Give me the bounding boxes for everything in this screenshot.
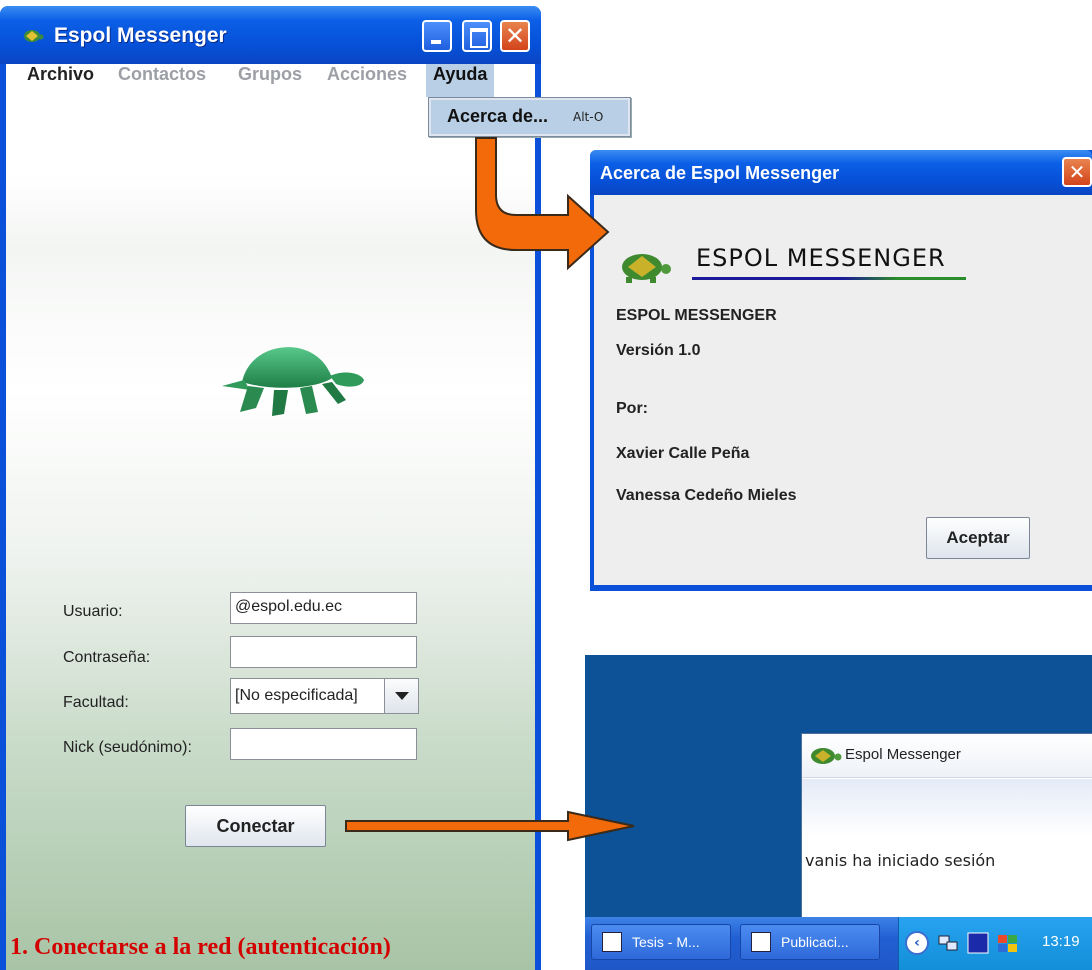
main-client-area: Archivo Contactos Grupos Acciones Ayuda … xyxy=(6,64,535,970)
app-tray-icon[interactable] xyxy=(997,932,1019,954)
minimize-button[interactable] xyxy=(422,20,452,52)
close-icon: ✕ xyxy=(504,22,526,50)
taskbar-item-tesis[interactable]: Tesis - M... xyxy=(591,924,731,960)
menu-grupos[interactable]: Grupos xyxy=(231,64,309,97)
close-icon: ✕ xyxy=(1068,160,1086,184)
show-hidden-icons-icon[interactable]: ‹ xyxy=(905,931,929,955)
maximize-button[interactable] xyxy=(462,20,492,52)
version-text: Versión 1.0 xyxy=(616,342,701,359)
facultad-select[interactable]: [No especificada] xyxy=(230,678,419,714)
acerca-de-label: Acerca de... xyxy=(447,106,549,126)
author-1: Xavier Calle Peña xyxy=(616,445,750,462)
chevron-down-icon[interactable] xyxy=(384,679,418,713)
product-name: ESPOL MESSENGER xyxy=(616,307,777,324)
taskbar-item-publicaciones[interactable]: Publicaci... xyxy=(740,924,880,960)
about-dialog: Acerca de Espol Messenger ✕ ESPOL MESSEN… xyxy=(590,150,1092,591)
main-window: Espol Messenger ✕ Archivo Contactos Grup… xyxy=(0,6,541,970)
ayuda-dropdown: Acerca de... Alt-O xyxy=(428,97,631,137)
desktop-area: Espol Messenger vanis ha iniciado sesión… xyxy=(585,655,1092,970)
facultad-label: Facultad: xyxy=(63,694,129,711)
notification-popup[interactable]: Espol Messenger vanis ha iniciado sesión xyxy=(801,733,1092,924)
main-titlebar[interactable]: Espol Messenger ✕ xyxy=(0,6,541,64)
password-label: Contraseña: xyxy=(63,649,151,666)
usuario-label: Usuario: xyxy=(63,603,123,620)
menu-acciones[interactable]: Acciones xyxy=(320,64,414,97)
usuario-field[interactable]: @espol.edu.ec xyxy=(230,592,417,624)
about-heading: ESPOL MESSENGER xyxy=(696,244,946,272)
menu-item-acerca-de[interactable]: Acerca de... Alt-O xyxy=(431,100,628,134)
taskbar: Tesis - M... Publicaci... ‹ 13:19 xyxy=(585,917,1092,970)
turtle-logo-icon xyxy=(24,30,44,42)
facultad-selected-value: [No especificada] xyxy=(235,687,358,704)
notification-title: Espol Messenger xyxy=(845,746,961,763)
about-content: ESPOL MESSENGER ESPOL MESSENGER Versión … xyxy=(594,195,1092,585)
word-doc-icon xyxy=(602,932,622,952)
turtle-logo-icon xyxy=(811,748,842,764)
system-tray: ‹ 13:19 xyxy=(898,917,1092,970)
taskbar-item-label: Tesis - M... xyxy=(632,934,700,950)
window-title: Espol Messenger xyxy=(54,24,227,47)
publisher-icon xyxy=(751,932,771,952)
menu-bar: Archivo Contactos Grupos Acciones Ayuda xyxy=(6,64,535,97)
step-caption: 1. Conectarse a la red (autenticación) xyxy=(10,934,391,960)
close-button[interactable]: ✕ xyxy=(500,20,530,52)
about-titlebar[interactable]: Acerca de Espol Messenger ✕ xyxy=(590,150,1092,195)
about-title: Acerca de Espol Messenger xyxy=(600,163,840,183)
menu-archivo[interactable]: Archivo xyxy=(20,64,101,97)
turtle-logo-icon xyxy=(222,347,364,416)
blue-square-icon[interactable] xyxy=(967,932,989,954)
network-icon[interactable] xyxy=(937,932,959,954)
heading-underline xyxy=(692,277,966,280)
by-label: Por: xyxy=(616,400,648,417)
acerca-de-shortcut: Alt-O xyxy=(573,110,604,124)
notification-message: vanis ha iniciado sesión xyxy=(805,851,996,870)
turtle-logo-icon xyxy=(622,254,671,283)
author-2: Vanessa Cedeño Mieles xyxy=(616,487,797,504)
aceptar-button[interactable]: Aceptar xyxy=(926,517,1030,559)
menu-contactos[interactable]: Contactos xyxy=(111,64,213,97)
taskbar-item-label: Publicaci... xyxy=(781,934,849,950)
nick-field[interactable] xyxy=(230,728,417,760)
conectar-button[interactable]: Conectar xyxy=(185,805,326,847)
password-field[interactable] xyxy=(230,636,417,668)
menu-ayuda[interactable]: Ayuda xyxy=(426,64,495,97)
clock: 13:19 xyxy=(1042,933,1080,950)
about-close-button[interactable]: ✕ xyxy=(1062,157,1092,187)
notification-header: Espol Messenger xyxy=(802,734,1092,778)
nick-label: Nick (seudónimo): xyxy=(63,739,192,756)
